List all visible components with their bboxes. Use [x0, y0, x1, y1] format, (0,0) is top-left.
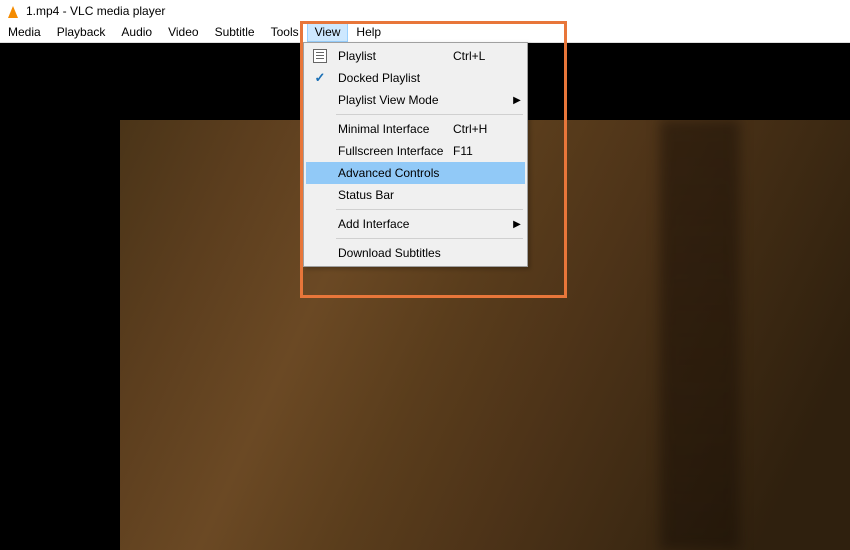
menu-advanced-controls[interactable]: Advanced Controls [306, 162, 525, 184]
menu-item-label: Docked Playlist [334, 71, 453, 85]
menu-separator [336, 114, 523, 115]
submenu-arrow-icon: ▶ [509, 219, 525, 230]
menu-item-label: Download Subtitles [334, 246, 453, 260]
menu-item-label: Add Interface [334, 217, 453, 231]
menu-playlist[interactable]: Playlist Ctrl+L [306, 45, 525, 67]
menu-docked-playlist[interactable]: ✓ Docked Playlist [306, 67, 525, 89]
menu-tools[interactable]: Tools [263, 22, 307, 42]
menu-separator [336, 209, 523, 210]
menu-separator [336, 238, 523, 239]
menu-subtitle[interactable]: Subtitle [207, 22, 263, 42]
menu-audio[interactable]: Audio [113, 22, 160, 42]
menu-playlist-view-mode[interactable]: Playlist View Mode ▶ [306, 89, 525, 111]
menu-status-bar[interactable]: Status Bar [306, 184, 525, 206]
menu-minimal-interface[interactable]: Minimal Interface Ctrl+H [306, 118, 525, 140]
submenu-arrow-icon: ▶ [509, 95, 525, 106]
menu-video[interactable]: Video [160, 22, 206, 42]
menu-item-label: Playlist [334, 49, 453, 63]
menu-view[interactable]: View [307, 22, 349, 42]
check-icon: ✓ [315, 70, 326, 86]
menu-item-shortcut: Ctrl+L [453, 49, 509, 63]
menu-fullscreen-interface[interactable]: Fullscreen Interface F11 [306, 140, 525, 162]
menu-help[interactable]: Help [348, 22, 389, 42]
window-title: 1.mp4 - VLC media player [26, 4, 165, 18]
menu-item-label: Playlist View Mode [334, 93, 453, 107]
menu-item-label: Minimal Interface [334, 122, 453, 136]
vlc-cone-icon [6, 4, 20, 18]
titlebar: 1.mp4 - VLC media player [0, 0, 850, 22]
menu-item-label: Advanced Controls [334, 166, 453, 180]
menu-item-shortcut: Ctrl+H [453, 122, 509, 136]
menu-playback[interactable]: Playback [49, 22, 114, 42]
menubar: Media Playback Audio Video Subtitle Tool… [0, 22, 850, 43]
menu-item-label: Fullscreen Interface [334, 144, 453, 158]
menu-media[interactable]: Media [0, 22, 49, 42]
playlist-icon [313, 49, 327, 63]
menu-item-shortcut: F11 [453, 144, 509, 158]
menu-download-subtitles[interactable]: Download Subtitles [306, 242, 525, 264]
menu-add-interface[interactable]: Add Interface ▶ [306, 213, 525, 235]
menu-item-label: Status Bar [334, 188, 453, 202]
view-dropdown: Playlist Ctrl+L ✓ Docked Playlist Playli… [303, 42, 528, 267]
